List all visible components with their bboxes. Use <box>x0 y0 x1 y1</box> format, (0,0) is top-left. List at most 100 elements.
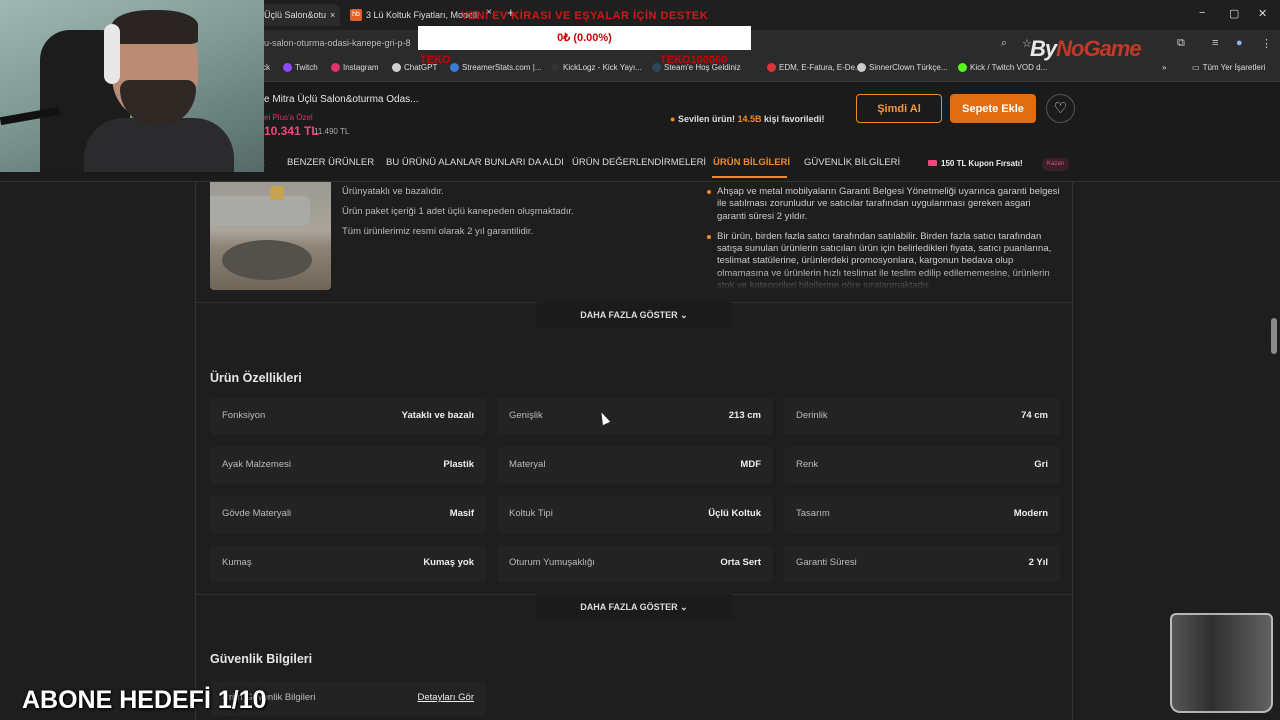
bookmark-label: Instagram <box>343 63 379 72</box>
tab-similar-products[interactable]: BENZER ÜRÜNLER <box>287 157 374 168</box>
feature-cell: Fonksiyon Yataklı ve bazalı <box>210 398 486 435</box>
edm-icon <box>767 63 776 72</box>
window-close-icon[interactable]: ✕ <box>1258 7 1267 20</box>
feature-key: Genişlik <box>509 410 543 421</box>
info-line: Ürünyataklı ve bazalıdır. <box>342 186 444 197</box>
tab-close-icon[interactable]: × <box>330 10 335 20</box>
bookmarks-overflow-icon[interactable]: » <box>1162 63 1166 72</box>
chatgpt-icon <box>392 63 401 72</box>
fav-count: 14.5B <box>737 114 762 124</box>
bookmark-item[interactable]: EDM, E-Fatura, E-De... <box>767 63 862 72</box>
instagram-icon <box>331 63 340 72</box>
feature-key: Koltuk Tipi <box>509 508 553 519</box>
feature-key: Oturum Yumuşaklığı <box>509 557 595 568</box>
bookmark-item[interactable]: SinnerClown Türkçe... <box>857 63 948 72</box>
feature-cell: Kumaş Kumaş yok <box>210 545 486 582</box>
fav-prefix: Sevilen ürün! <box>677 114 738 124</box>
coupon-icon <box>928 160 937 166</box>
product-thumbnail[interactable] <box>210 182 331 290</box>
bookmark-label: EDM, E-Fatura, E-De... <box>779 63 862 72</box>
show-more-label: DAHA FAZLA GÖSTER <box>580 602 678 612</box>
feature-value: Plastik <box>443 459 474 470</box>
browser-tab-active[interactable]: Üçlü Salon&otu × <box>258 4 340 26</box>
feature-key: Renk <box>796 459 819 470</box>
bookmark-item[interactable]: StreamerStats.com |... <box>450 63 541 72</box>
webcam-overlay <box>0 0 264 172</box>
product-title[interactable]: e Mitra Üçlü Salon&oturma Odas... <box>264 94 419 105</box>
favorite-note: ● Sevilen ürün! 14.5B kişi favoriledi! <box>670 114 825 124</box>
safety-details-link[interactable]: Detayları Gör <box>418 692 475 703</box>
feature-cell: Tasarım Modern <box>784 496 1060 533</box>
chevron-down-icon: ⌄ <box>680 602 688 612</box>
feature-key: Fonksiyon <box>222 410 266 421</box>
all-bookmarks[interactable]: ▭ Tüm Yer İşaretleri <box>1192 63 1265 72</box>
feature-cell: Garanti Süresi 2 Yıl <box>784 545 1060 582</box>
donation-start-label: TEKO <box>420 54 451 66</box>
subscriber-goal: ABONE HEDEFİ 1/10 <box>22 686 267 714</box>
profile-icon[interactable]: ● <box>1236 37 1243 49</box>
bookmark-label: SinnerClown Türkçe... <box>869 63 948 72</box>
show-more-info-button[interactable]: DAHA FAZLA GÖSTER ⌄ <box>535 302 733 328</box>
coupon-claim-button[interactable]: Kazan <box>1042 158 1069 171</box>
feature-value: Kumaş yok <box>423 557 474 568</box>
bookmark-item[interactable]: Twitch <box>283 63 318 72</box>
glass-overlay <box>1170 613 1273 713</box>
kicklogz-icon <box>551 63 560 72</box>
donation-goal-label: TEKO100000 <box>660 54 728 66</box>
feature-cell: Gövde Materyali Masif <box>210 496 486 533</box>
product-price: 10.341 TL <box>264 124 319 138</box>
tab-also-bought[interactable]: BU ÜRÜNÜ ALANLAR BUNLARI DA ALDI <box>386 157 564 168</box>
feature-value: Modern <box>1013 508 1048 519</box>
feature-value: Orta Sert <box>720 557 761 568</box>
product-old-price: 11.490 TL <box>314 127 350 136</box>
tab-product-info[interactable]: ÜRÜN BİLGİLERİ <box>713 157 790 168</box>
folder-icon: ▭ <box>1192 63 1200 72</box>
tab-title: Üçlü Salon&otu <box>264 10 327 20</box>
add-to-cart-button[interactable]: Sepete Ekle <box>950 94 1036 123</box>
feature-cell: Derinlik 74 cm <box>784 398 1060 435</box>
tab-product-reviews[interactable]: ÜRÜN DEĞERLENDİRMELERİ <box>572 157 706 168</box>
maximize-icon[interactable]: ▢ <box>1229 7 1239 20</box>
info-line: Tüm ürünlerimiz resmi olarak 2 yıl garan… <box>342 226 534 237</box>
favorite-heart-icon[interactable]: ♡ <box>1046 94 1075 123</box>
hb-favicon-icon: hb <box>350 9 362 21</box>
feature-key: Tasarım <box>796 508 830 519</box>
feature-cell: Ayak Malzemesi Plastik <box>210 447 486 484</box>
url-text[interactable]: u-salon-oturma-odasi-kanepe-gri-p-8 <box>264 38 411 48</box>
feature-value: Gri <box>1034 459 1048 470</box>
fav-suffix: kişi favoriledi! <box>761 114 825 124</box>
zoom-icon[interactable]: ⌕ <box>1001 37 1007 50</box>
feature-key: Gövde Materyali <box>222 508 292 519</box>
feature-cell: Koltuk Tipi Üçlü Koltuk <box>497 496 773 533</box>
bookmark-label: StreamerStats.com |... <box>462 63 542 72</box>
kick-icon <box>958 63 967 72</box>
show-more-label: DAHA FAZLA GÖSTER <box>580 310 678 320</box>
feature-key: Garanti Süresi <box>796 557 857 568</box>
bookmark-item[interactable]: Kick / Twitch VOD d... <box>958 63 1047 72</box>
plus-badge: ei Plus'a Özel <box>264 113 313 122</box>
scrollbar-thumb[interactable] <box>1271 318 1277 354</box>
bookmark-item[interactable]: Instagram <box>331 63 379 72</box>
show-more-features-button[interactable]: DAHA FAZLA GÖSTER ⌄ <box>535 594 733 620</box>
bookmark-item[interactable]: KickLogz - Kick Yayı... <box>551 63 642 72</box>
features-title: Ürün Özellikleri <box>210 371 302 385</box>
buy-now-button[interactable]: Şimdi Al <box>856 94 942 123</box>
feature-value: Üçlü Koltuk <box>708 508 761 519</box>
donation-progress-bar: 0₺ (0.00%) <box>418 26 751 50</box>
bookmark-label: KickLogz - Kick Yayı... <box>563 63 642 72</box>
menu-icon[interactable]: ⋮ <box>1261 37 1272 50</box>
info-bullet: Ahşap ve metal mobilyaların Garanti Belg… <box>706 186 1060 223</box>
safety-title: Güvenlik Bilgileri <box>210 652 313 666</box>
bookmark-label: Kick / Twitch VOD d... <box>970 63 1048 72</box>
minimize-icon[interactable]: − <box>1199 7 1205 19</box>
media-icon[interactable]: ≡ <box>1212 37 1218 49</box>
feature-value: MDF <box>740 459 761 470</box>
extensions-icon[interactable]: ⧉ <box>1177 37 1185 50</box>
feature-value: 213 cm <box>728 410 761 421</box>
feature-value: 74 cm <box>1021 410 1048 421</box>
streamerstats-icon <box>450 63 459 72</box>
all-bookmarks-label: Tüm Yer İşaretleri <box>1202 63 1266 72</box>
tab-safety-info[interactable]: GÜVENLİK BİLGİLERİ <box>804 157 900 168</box>
bynogame-logo: ByNoGame <box>1030 36 1142 62</box>
active-tab-indicator <box>712 176 787 178</box>
